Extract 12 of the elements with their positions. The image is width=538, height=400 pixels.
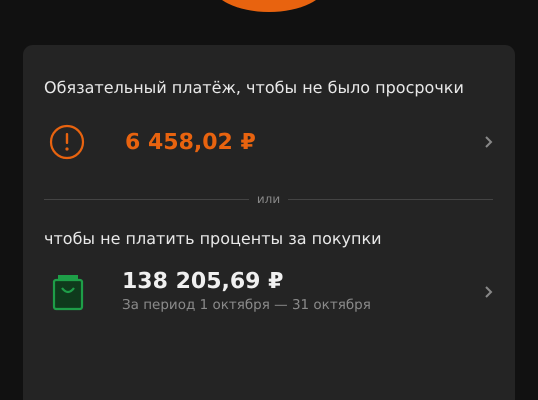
payment-amount: 138 205,69 ₽ [122,269,284,295]
minimum-payment-row[interactable]: 6 458,02 ₽ [44,110,493,174]
divider-label: или [256,191,280,208]
section-title: Обязательный платёж, чтобы не было просрочки [44,77,465,99]
payment-amount: 6 458,02 ₽ [125,128,256,156]
warning-icon [48,123,86,161]
period-text: За период 1 октября — 31 октября [122,296,371,315]
chevron-right-icon [483,285,493,300]
shopping-bag-icon [52,273,84,312]
full-payment-row[interactable]: 138 205,69 ₽ За период 1 октября — 31 октября [44,269,493,316]
chevron-right-icon [483,135,493,149]
section-title: чтобы не платить проценты за покупки [44,228,383,250]
